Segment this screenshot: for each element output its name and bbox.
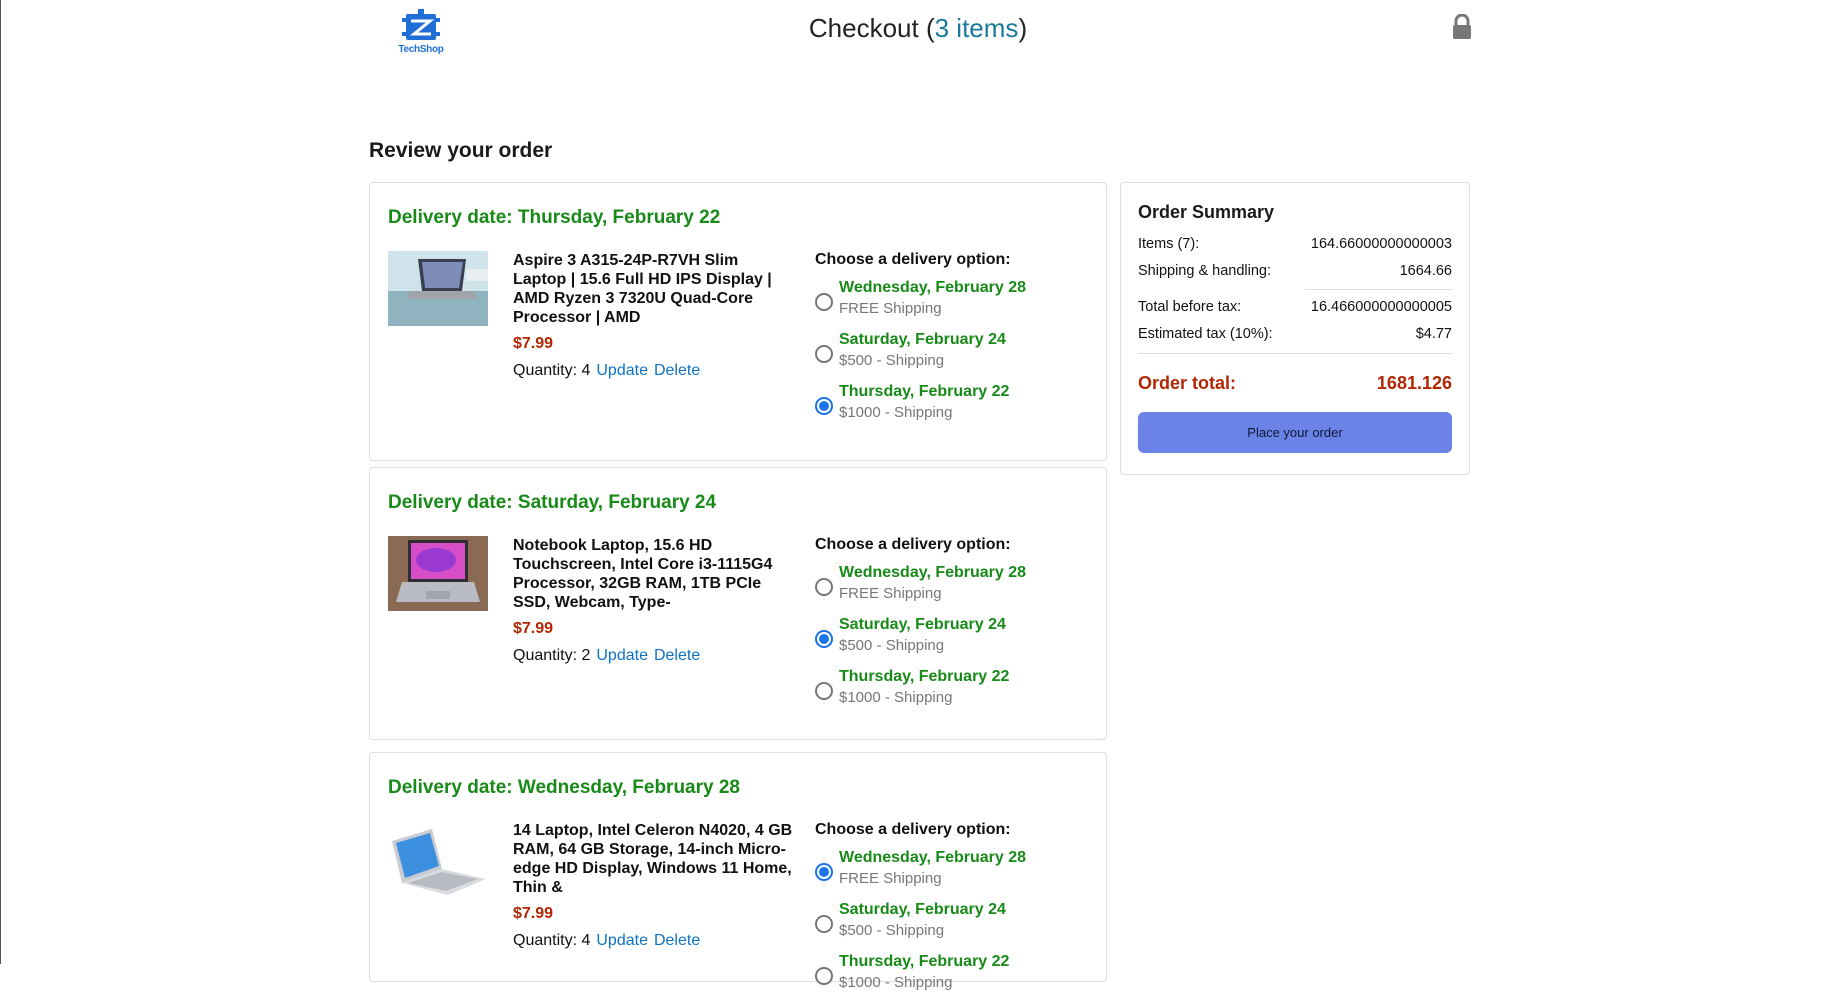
delivery-option-radio[interactable] — [815, 967, 833, 985]
delete-link[interactable]: Delete — [654, 932, 700, 949]
delivery-option-radio-selected[interactable] — [815, 397, 833, 415]
quantity-row: Quantity: 2 Update Delete — [513, 647, 793, 665]
product-info: Aspire 3 A315-24P-R7VH Slim Laptop | 15.… — [513, 251, 793, 380]
quantity-row: Quantity: 4 Update Delete — [513, 932, 793, 950]
delivery-option[interactable]: Thursday, February 22 $1000 - Shipping — [815, 943, 1095, 995]
product-name[interactable]: Aspire 3 A315-24P-R7VH Slim Laptop | 15.… — [513, 251, 793, 327]
summary-items-label: Items (7): — [1138, 236, 1200, 252]
delivery-option-price: $500 - Shipping — [839, 637, 945, 654]
delivery-option[interactable]: Thursday, February 22 $1000 - Shipping — [815, 658, 1095, 710]
delivery-option-date: Wednesday, February 28 — [839, 564, 1027, 581]
delivery-options-title: Choose a delivery option: — [815, 251, 1011, 268]
product-name[interactable]: 14 Laptop, Intel Celeron N4020, 4 GB RAM… — [513, 821, 793, 897]
delivery-options: Choose a delivery option: Wednesday, Feb… — [815, 536, 1095, 710]
delete-link[interactable]: Delete — [654, 362, 700, 379]
page-title: Checkout (3 items) — [0, 13, 1836, 44]
product-price: $7.99 — [513, 335, 554, 352]
product-price: $7.99 — [513, 620, 554, 637]
order-total-label: Order total: — [1138, 373, 1237, 393]
delivery-option-date: Saturday, February 24 — [839, 331, 1006, 348]
checkout-header: TechShop Checkout (3 items) — [0, 0, 1836, 70]
delivery-option[interactable]: Wednesday, February 28 FREE Shipping — [815, 269, 1095, 321]
delivery-date: Delivery date: Thursday, February 22 — [388, 207, 721, 228]
order-item-card: Delivery date: Wednesday, February 28 14… — [369, 752, 1107, 991]
delivery-option-price: FREE Shipping — [839, 870, 942, 887]
order-item-card: Delivery date: Thursday, February 22 Asp… — [369, 182, 1107, 461]
order-item-card: Delivery date: Saturday, February 24 Not… — [369, 467, 1107, 740]
review-order-heading: Review your order — [369, 139, 553, 162]
product-name[interactable]: Notebook Laptop, 15.6 HD Touchscreen, In… — [513, 536, 793, 612]
delivery-option-date: Wednesday, February 28 — [839, 849, 1027, 866]
product-price: $7.99 — [513, 905, 554, 922]
quantity-label: Quantity: 4 — [513, 362, 591, 379]
product-image-laptop[interactable] — [388, 536, 488, 611]
delivery-option-radio-selected[interactable] — [815, 863, 833, 881]
delivery-option-price: $1000 - Shipping — [839, 404, 953, 421]
delivery-option-radio[interactable] — [815, 915, 833, 933]
delivery-options-title: Choose a delivery option: — [815, 536, 1011, 553]
product-image-laptop[interactable] — [388, 821, 488, 896]
product-image-laptop[interactable] — [388, 251, 488, 326]
delivery-option-radio[interactable] — [815, 293, 833, 311]
delivery-options-title: Choose a delivery option: — [815, 821, 1011, 838]
delivery-options: Choose a delivery option: Wednesday, Feb… — [815, 251, 1095, 425]
delivery-option-price: FREE Shipping — [839, 300, 942, 317]
delivery-option-date: Saturday, February 24 — [839, 901, 1006, 918]
summary-divider — [1305, 289, 1452, 290]
summary-shipping-label: Shipping & handling: — [1138, 263, 1272, 279]
delivery-option[interactable]: Saturday, February 24 $500 - Shipping — [815, 891, 1095, 943]
quantity-row: Quantity: 4 Update Delete — [513, 362, 793, 380]
delivery-option-price: FREE Shipping — [839, 585, 942, 602]
lock-icon — [1451, 13, 1473, 40]
delivery-option[interactable]: Saturday, February 24 $500 - Shipping — [815, 606, 1095, 658]
quantity-label: Quantity: 4 — [513, 932, 591, 949]
delivery-option-date: Thursday, February 22 — [839, 668, 1010, 685]
delivery-option[interactable]: Wednesday, February 28 FREE Shipping — [815, 839, 1095, 891]
quantity-label: Quantity: 2 — [513, 647, 591, 664]
title-prefix: Checkout ( — [808, 13, 935, 43]
update-link[interactable]: Update — [596, 932, 648, 949]
delivery-option-price: $1000 - Shipping — [839, 689, 953, 706]
product-info: 14 Laptop, Intel Celeron N4020, 4 GB RAM… — [513, 821, 793, 950]
delivery-date: Delivery date: Wednesday, February 28 — [388, 777, 741, 798]
title-suffix: ) — [1018, 13, 1028, 43]
update-link[interactable]: Update — [596, 362, 648, 379]
delivery-date: Delivery date: Saturday, February 24 — [388, 492, 717, 513]
delivery-option[interactable]: Thursday, February 22 $1000 - Shipping — [815, 373, 1095, 425]
window-edge — [0, 0, 1, 964]
summary-tax-value: $4.77 — [1415, 326, 1452, 342]
delivery-option-date: Saturday, February 24 — [839, 616, 1006, 633]
update-link[interactable]: Update — [596, 647, 648, 664]
delivery-option-date: Wednesday, February 28 — [839, 279, 1027, 296]
order-summary-panel: Order Summary Items (7): 164.66000000000… — [1120, 182, 1470, 475]
delivery-option-radio-selected[interactable] — [815, 630, 833, 648]
delivery-option-radio[interactable] — [815, 345, 833, 363]
summary-shipping-value: 1664.66 — [1399, 263, 1452, 279]
delivery-option[interactable]: Wednesday, February 28 FREE Shipping — [815, 554, 1095, 606]
delivery-option[interactable]: Saturday, February 24 $500 - Shipping — [815, 321, 1095, 373]
delivery-option-date: Thursday, February 22 — [839, 383, 1010, 400]
logo-text: TechShop — [398, 44, 444, 55]
delivery-option-price: $1000 - Shipping — [839, 974, 953, 991]
delivery-option-price: $500 - Shipping — [839, 922, 945, 939]
summary-items-value: 164.66000000000003 — [1310, 236, 1452, 252]
delivery-option-radio[interactable] — [815, 682, 833, 700]
summary-tax-label: Estimated tax (10%): — [1138, 326, 1273, 342]
delivery-option-date: Thursday, February 22 — [839, 953, 1010, 970]
delete-link[interactable]: Delete — [654, 647, 700, 664]
order-summary-title: Order Summary — [1138, 202, 1275, 222]
summary-before-tax-value: 16.466000000000005 — [1310, 299, 1452, 315]
product-info: Notebook Laptop, 15.6 HD Touchscreen, In… — [513, 536, 793, 665]
order-total-value: 1681.126 — [1376, 373, 1452, 393]
delivery-option-price: $500 - Shipping — [839, 352, 945, 369]
place-order-button[interactable]: Place your order — [1138, 412, 1452, 453]
items-count-link[interactable]: 3 items — [935, 13, 1019, 43]
delivery-option-radio[interactable] — [815, 578, 833, 596]
delivery-options: Choose a delivery option: Wednesday, Feb… — [815, 821, 1095, 995]
summary-divider — [1138, 353, 1452, 354]
summary-before-tax-label: Total before tax: — [1138, 299, 1242, 315]
